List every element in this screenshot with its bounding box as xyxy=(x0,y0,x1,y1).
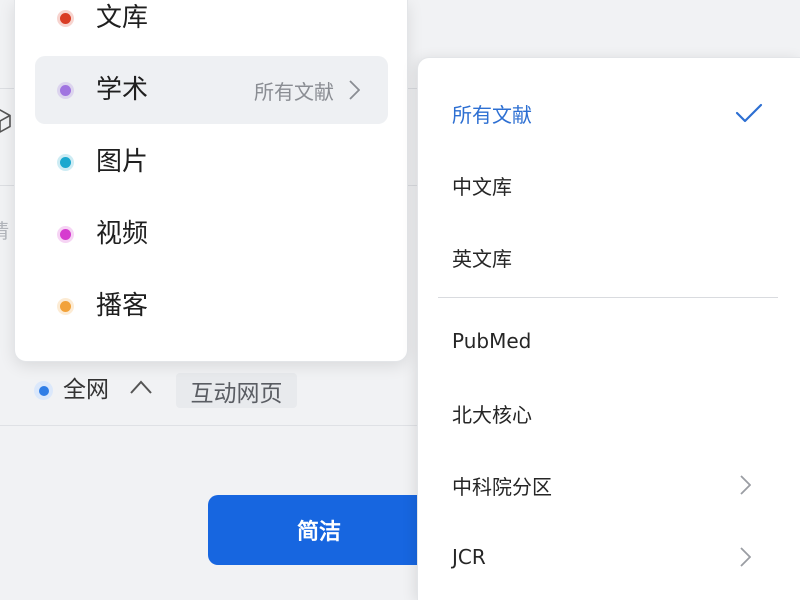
chevron-right-icon xyxy=(740,547,752,567)
source-dot-icon xyxy=(60,300,71,312)
check-icon xyxy=(735,103,763,123)
scope-radio-dot xyxy=(38,385,49,396)
source-dot-icon xyxy=(60,12,71,24)
submenu-item-all-literature[interactable]: 所有文献 xyxy=(418,77,800,149)
chevron-up-icon-graphic xyxy=(130,380,152,394)
source-dot-icon xyxy=(60,156,71,168)
submenu-item-label: JCR xyxy=(452,545,486,569)
chevron-right-icon xyxy=(740,475,752,495)
source-item-academic[interactable]: 学术 所有文献 xyxy=(15,54,407,126)
search-placeholder-fragment: 请 xyxy=(0,219,9,243)
source-item-images[interactable]: 图片 xyxy=(15,126,407,198)
chevron-right-icon-graphic xyxy=(740,547,752,567)
source-item-library[interactable]: 文库 xyxy=(15,0,407,54)
scope-radio-all-web[interactable] xyxy=(34,381,53,400)
source-item-row: 学术 所有文献 xyxy=(35,56,388,124)
scope-selected-label[interactable]: 全网 xyxy=(63,376,109,404)
check-icon-graphic xyxy=(735,103,763,123)
chevron-up-icon[interactable] xyxy=(130,380,152,395)
submenu-item-chinese-library[interactable]: 中文库 xyxy=(418,149,800,221)
source-item-podcasts[interactable]: 播客 xyxy=(15,270,407,342)
submenu-item-label: PubMed xyxy=(452,329,532,353)
mode-button-concise[interactable]: 简洁 xyxy=(208,495,430,565)
source-item-row: 视频 xyxy=(35,200,388,268)
source-dot-icon xyxy=(60,228,71,240)
submenu-item-label: 中文库 xyxy=(452,174,512,199)
source-item-label: 播客 xyxy=(96,291,149,321)
cube-icon[interactable] xyxy=(0,109,11,133)
submenu-item-label: 北大核心 xyxy=(452,402,532,427)
cube-icon-graphic xyxy=(0,109,11,133)
screen: 请 全网 互动网页 简洁 文库 学术 所有文献 xyxy=(0,0,800,600)
academic-current-filter: 所有文献 xyxy=(254,79,334,104)
source-item-label: 文库 xyxy=(96,3,149,33)
submenu-item-pubmed[interactable]: PubMed xyxy=(418,305,800,377)
background-divider xyxy=(0,425,420,426)
academic-submenu: 所有文献 中文库 英文库 PubMed 北大核心 中科院分区 JCR xyxy=(417,57,800,600)
submenu-item-label: 所有文献 xyxy=(452,102,532,127)
source-item-label: 学术 xyxy=(96,75,149,105)
source-dot-icon xyxy=(60,84,71,96)
academic-submenu-list: 所有文献 中文库 英文库 PubMed 北大核心 中科院分区 JCR xyxy=(418,58,800,593)
submenu-item-label: 英文库 xyxy=(452,246,512,271)
chevron-right-icon xyxy=(349,80,361,100)
submenu-item-cas-partition[interactable]: 中科院分区 xyxy=(418,449,800,521)
submenu-item-jcr[interactable]: JCR xyxy=(418,521,800,593)
source-item-videos[interactable]: 视频 xyxy=(15,198,407,270)
source-item-label: 视频 xyxy=(96,219,149,249)
source-item-row: 文库 xyxy=(35,0,388,52)
source-menu: 文库 学术 所有文献 图片 视频 播客 xyxy=(14,0,408,362)
source-item-row: 播客 xyxy=(35,272,388,340)
source-list: 文库 学术 所有文献 图片 视频 播客 xyxy=(15,0,407,342)
scope-tag-interactive-web[interactable]: 互动网页 xyxy=(176,373,297,408)
submenu-item-label: 中科院分区 xyxy=(452,474,552,499)
chevron-right-icon-graphic xyxy=(349,80,361,100)
submenu-item-english-library[interactable]: 英文库 xyxy=(418,221,800,293)
source-item-row: 图片 xyxy=(35,128,388,196)
submenu-divider xyxy=(438,297,778,298)
submenu-item-pku-core[interactable]: 北大核心 xyxy=(418,377,800,449)
chevron-right-icon-graphic xyxy=(740,475,752,495)
source-item-label: 图片 xyxy=(96,147,149,177)
